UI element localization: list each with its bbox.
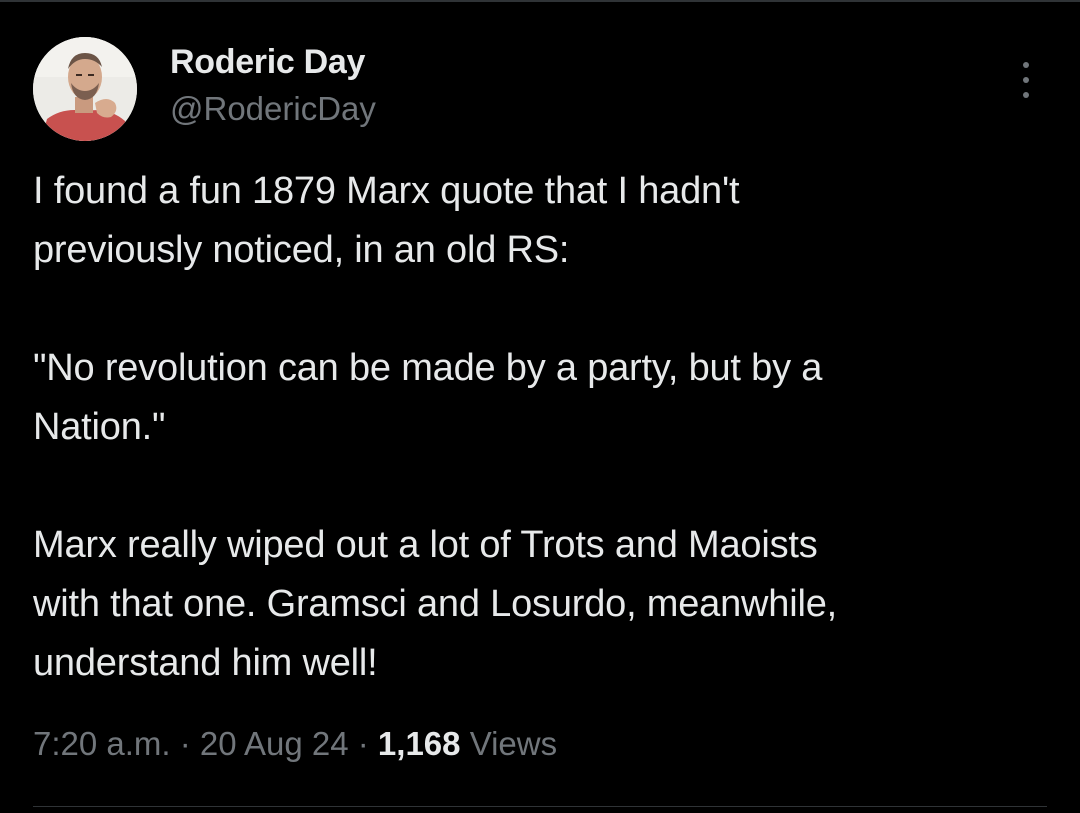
tweet-line: understand him well! (33, 642, 378, 684)
bottom-divider (33, 806, 1047, 807)
tweet-meta: 7:20 a.m. · 20 Aug 24 · 1,168 Views (33, 725, 557, 763)
author-handle[interactable]: @RodericDay (170, 90, 376, 128)
views-label: Views (469, 725, 558, 762)
meta-separator: · (179, 725, 191, 762)
more-vertical-icon-dot (1023, 77, 1029, 83)
tweet-line: Nation." (33, 406, 166, 448)
tweet-date[interactable]: 20 Aug 24 (200, 725, 349, 762)
tweet-time[interactable]: 7:20 a.m. (33, 725, 171, 762)
tweet-line: "No revolution can be made by a party, b… (33, 347, 823, 389)
avatar[interactable] (33, 37, 137, 141)
tweet-text: I found a fun 1879 Marx quote that I had… (33, 162, 1043, 693)
tweet-line: previously noticed, in an old RS: (33, 229, 570, 271)
tweet-line: Marx really wiped out a lot of Trots and… (33, 524, 818, 566)
more-options-button[interactable] (1008, 58, 1044, 102)
meta-separator: · (357, 725, 369, 762)
avatar-photo (33, 37, 137, 141)
more-vertical-icon-dot (1023, 92, 1029, 98)
author-display-name[interactable]: Roderic Day (170, 43, 365, 82)
tweet-line: I found a fun 1879 Marx quote that I had… (33, 170, 740, 212)
more-vertical-icon (1023, 62, 1029, 68)
views-count[interactable]: 1,168 (378, 725, 461, 762)
tweet-line: with that one. Gramsci and Losurdo, mean… (33, 583, 837, 625)
top-divider (0, 0, 1080, 2)
